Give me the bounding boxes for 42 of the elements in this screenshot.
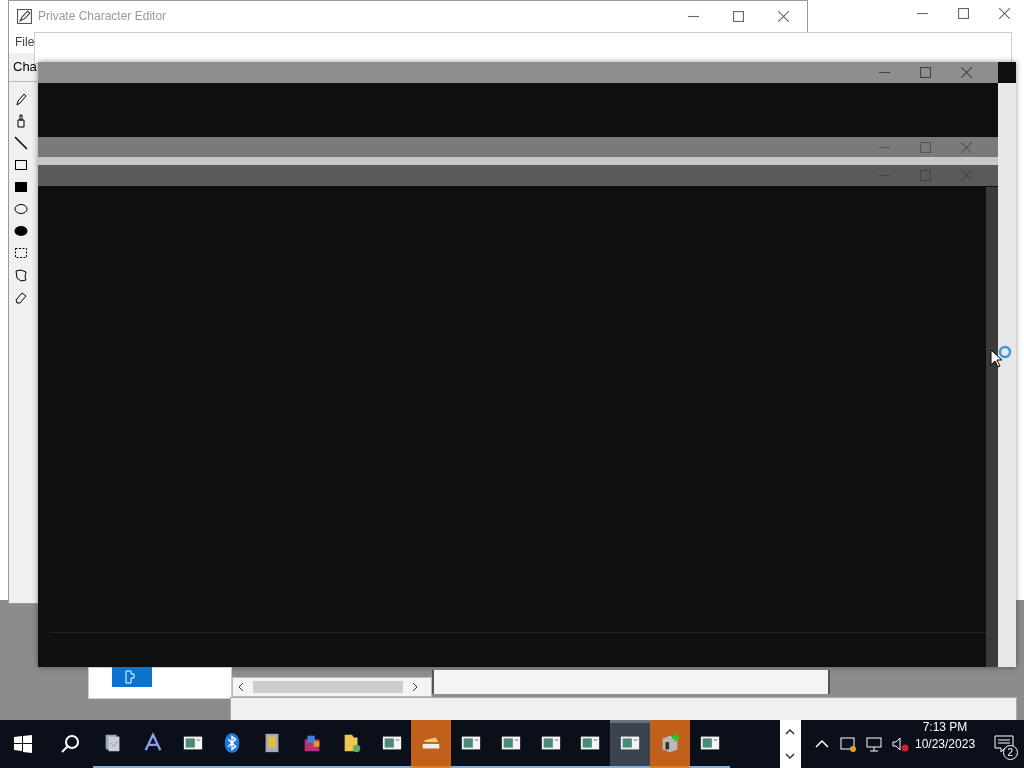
maximize-icon[interactable] — [920, 67, 931, 78]
freeform-icon[interactable] — [14, 268, 28, 282]
scroll-right-icon[interactable] — [411, 683, 419, 691]
taskbar-button[interactable] — [610, 720, 651, 768]
close-icon[interactable] — [999, 8, 1010, 19]
windows-start-icon[interactable] — [13, 734, 34, 754]
input-field[interactable] — [432, 670, 830, 694]
eraser-icon[interactable] — [14, 290, 28, 304]
scroll-down-icon[interactable] — [785, 752, 796, 760]
scroll-left-icon[interactable] — [237, 683, 245, 691]
search-icon[interactable] — [59, 734, 80, 754]
window-title: Private Character Editor — [38, 9, 167, 23]
line-icon[interactable] — [14, 136, 28, 150]
notification-button[interactable]: 2 — [985, 720, 1024, 768]
maximize-icon[interactable] — [733, 10, 744, 22]
pen-icon — [17, 8, 32, 24]
menu-item[interactable]: File — [15, 35, 35, 49]
close-icon[interactable] — [778, 10, 789, 22]
rectangle-icon[interactable] — [14, 158, 28, 172]
filled-ellipse-icon[interactable] — [14, 224, 28, 238]
busy-cursor-icon — [989, 345, 1013, 369]
close-icon[interactable] — [961, 67, 972, 78]
muted-speaker-icon[interactable] — [891, 735, 909, 753]
taskbar-button[interactable] — [411, 720, 452, 768]
network-icon[interactable] — [865, 735, 883, 753]
clock[interactable]: 7:13 PM 10/23/2023 — [915, 720, 976, 768]
scrollbar[interactable] — [986, 187, 998, 667]
notification-count: 2 — [1002, 745, 1018, 760]
maximize-icon[interactable] — [958, 8, 969, 19]
selection-icon[interactable] — [14, 246, 28, 260]
ellipse-icon[interactable] — [14, 202, 28, 216]
horizontal-scrollbar[interactable] — [232, 677, 432, 697]
brush-icon[interactable] — [14, 114, 28, 128]
pencil-icon[interactable] — [14, 92, 28, 106]
monitor-warning-icon[interactable] — [839, 735, 857, 753]
scroll-up-icon[interactable] — [785, 728, 796, 736]
scrollbar[interactable] — [998, 83, 1016, 667]
panel-label: Cha — [13, 59, 37, 74]
message-icon — [993, 733, 1016, 755]
clock-date: 10/23/2023 — [915, 737, 976, 751]
clock-time: 7:13 PM — [922, 720, 968, 734]
filled-rectangle-icon[interactable] — [14, 180, 28, 194]
